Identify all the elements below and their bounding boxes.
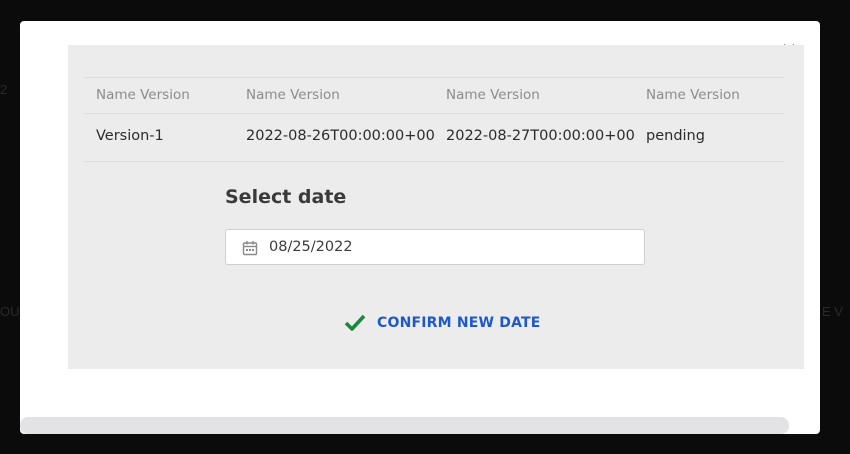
- date-input-value[interactable]: 08/25/2022: [269, 239, 353, 255]
- versions-table: Name Version Name Version Name Version N…: [84, 77, 784, 162]
- checkmark-icon: [344, 314, 366, 331]
- background-text-fragment: OU: [0, 304, 20, 319]
- column-header: Name Version: [446, 87, 540, 103]
- column-header: Name Version: [646, 87, 740, 103]
- start-date-cell: 2022-08-26T00:00:00+00: [246, 128, 435, 144]
- version-name-cell: Version-1: [96, 128, 164, 144]
- calendar-icon[interactable]: [242, 240, 258, 256]
- status-cell: pending: [646, 128, 705, 144]
- end-date-cell: 2022-08-27T00:00:00+00: [446, 128, 635, 144]
- select-date-title: Select date: [225, 186, 347, 208]
- background-text-fragment: E V: [822, 304, 843, 319]
- background-text-fragment: 2: [0, 82, 8, 97]
- confirm-new-date-label: CONFIRM NEW DATE: [377, 315, 541, 331]
- reschedule-modal: Name Version Name Version Name Version N…: [20, 21, 820, 434]
- column-header: Name Version: [246, 87, 340, 103]
- table-row: Version-1 2022-08-26T00:00:00+00 2022-08…: [84, 113, 784, 162]
- date-input-field[interactable]: 08/25/2022: [225, 229, 645, 265]
- modal-content-panel: Name Version Name Version Name Version N…: [68, 45, 804, 369]
- horizontal-scrollbar[interactable]: [20, 417, 789, 434]
- column-header: Name Version: [96, 87, 190, 103]
- table-header-row: Name Version Name Version Name Version N…: [84, 77, 784, 113]
